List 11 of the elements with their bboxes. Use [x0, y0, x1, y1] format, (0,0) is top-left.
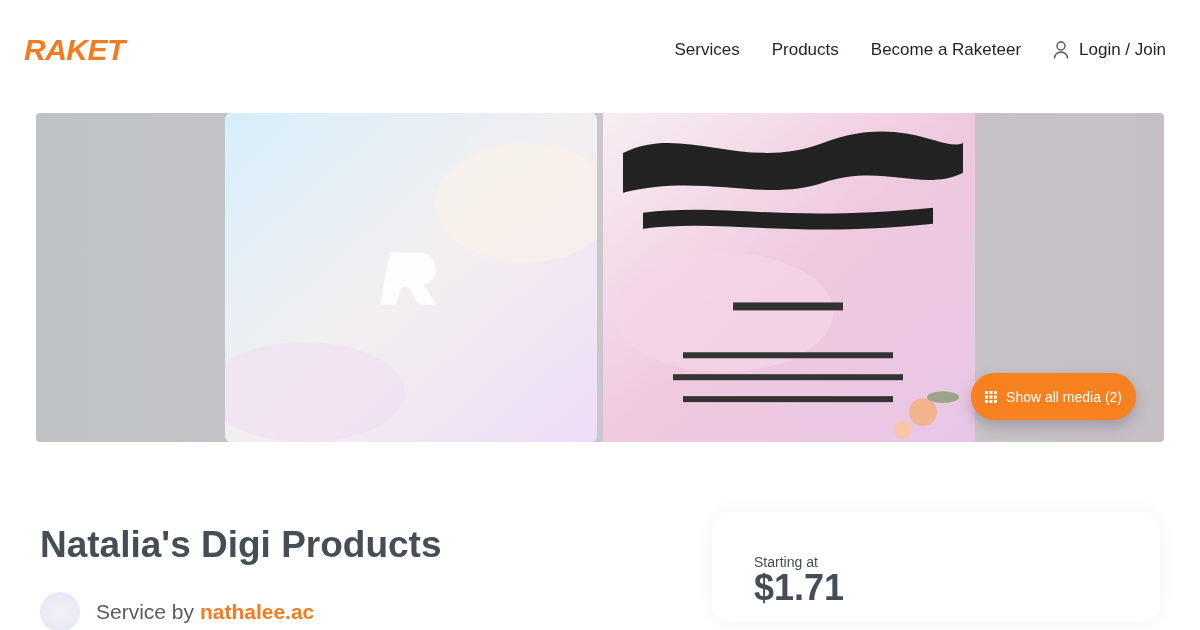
- avatar: [40, 592, 80, 630]
- price-label: Starting at: [754, 554, 819, 570]
- service-title: Natalia's Digi Products: [40, 524, 442, 566]
- grid-icon: [985, 390, 998, 403]
- nav-link[interactable]: Services: [674, 40, 740, 60]
- service-by-text: Service by nathalee.ac: [96, 600, 315, 624]
- user-icon: [1053, 41, 1070, 59]
- login-link[interactable]: Login / Join: [1053, 40, 1166, 60]
- price: $1.71: [754, 570, 846, 606]
- nav-link[interactable]: Products: [771, 40, 839, 60]
- nav-link[interactable]: Become a Raketeer: [870, 40, 1022, 60]
